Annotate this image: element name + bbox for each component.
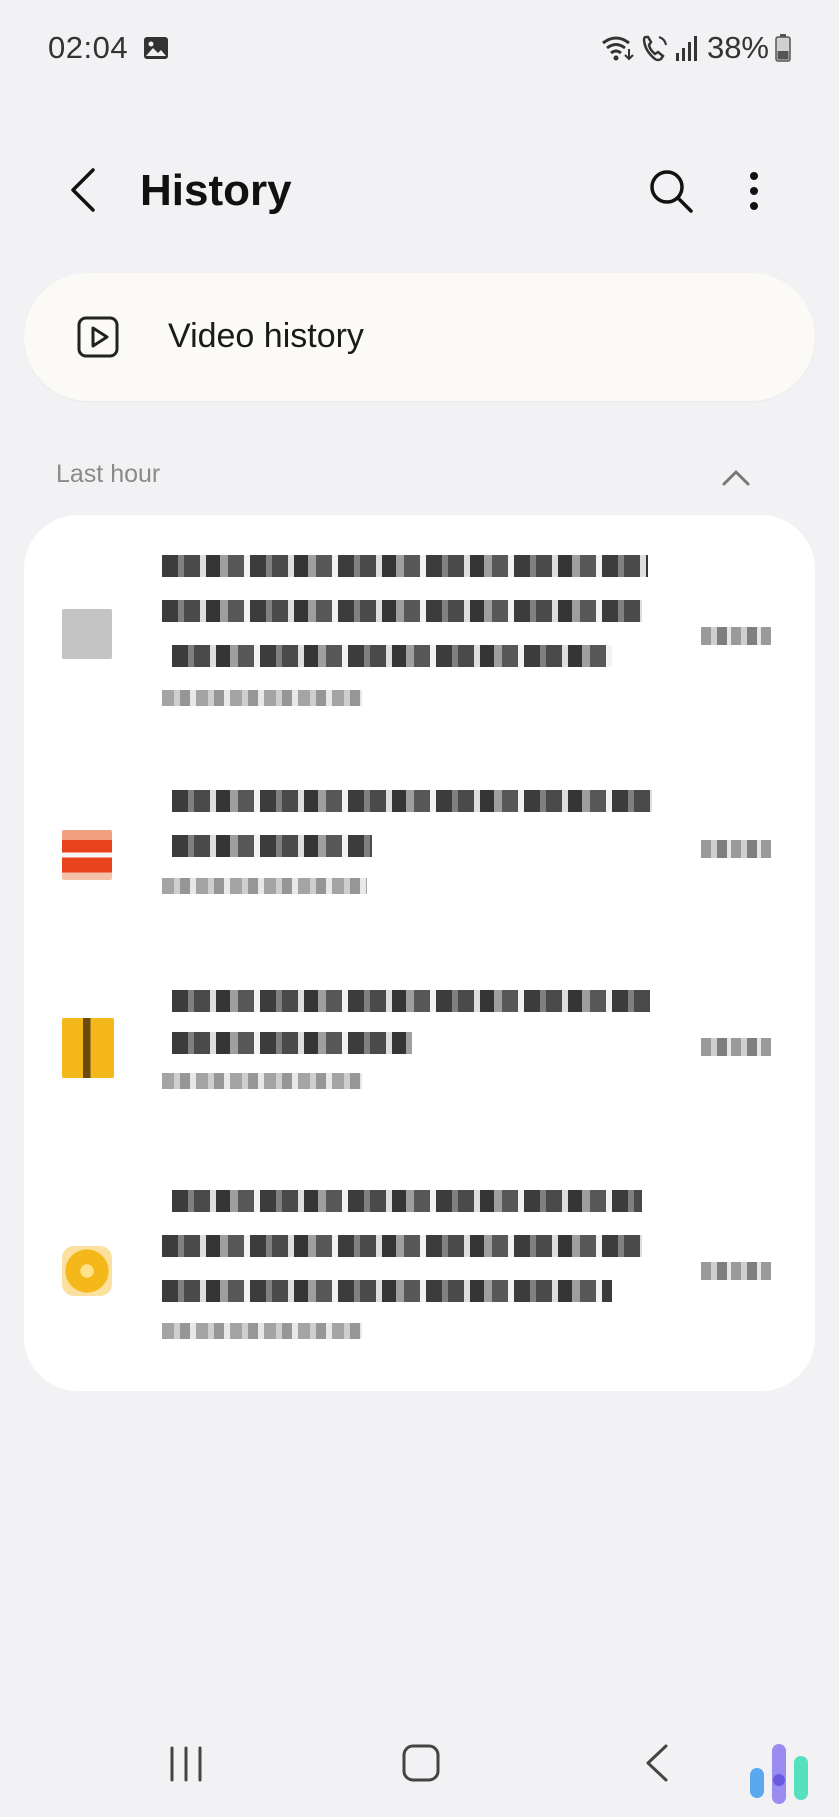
status-bar: 02:04 38%	[0, 0, 839, 96]
navigation-bar	[0, 1720, 839, 1817]
history-item[interactable]	[24, 1190, 815, 1370]
redacted-title-line	[162, 1235, 642, 1257]
redacted-title-line	[172, 645, 612, 667]
redacted-url-line	[162, 690, 362, 706]
redacted-title-line	[162, 600, 642, 622]
page-title: History	[140, 166, 292, 215]
redacted-visit-time	[701, 627, 771, 645]
redacted-visit-time	[701, 840, 771, 858]
brand-logo-icon	[750, 1744, 808, 1804]
redacted-url-line	[162, 1073, 362, 1089]
redacted-title-line	[172, 990, 650, 1012]
chevron-left-icon	[71, 168, 95, 212]
redacted-title-line	[162, 555, 648, 577]
redacted-title-line	[172, 1032, 412, 1054]
section-title-last-hour: Last hour	[56, 460, 161, 488]
battery-percentage: 38%	[706, 30, 769, 65]
signal-icon	[675, 36, 697, 61]
redacted-title-line	[172, 1190, 642, 1212]
more-vertical-icon	[750, 172, 758, 210]
wifi-calling-icon	[602, 36, 634, 61]
site-favicon	[62, 830, 112, 880]
redacted-visit-time	[701, 1262, 771, 1280]
redacted-title-line	[172, 790, 652, 812]
play-square-icon	[77, 316, 119, 358]
history-item[interactable]	[24, 990, 815, 1120]
home-button[interactable]	[400, 1740, 442, 1786]
chevron-up-icon	[722, 470, 750, 486]
site-favicon	[62, 609, 112, 659]
battery-icon	[775, 34, 791, 62]
history-list	[24, 515, 815, 1391]
search-icon	[650, 170, 693, 213]
status-indicators: 38%	[601, 30, 791, 66]
redacted-title-line	[172, 835, 372, 857]
redacted-visit-time	[701, 1038, 771, 1056]
site-favicon	[62, 1018, 114, 1078]
video-history-label: Video history	[168, 317, 364, 355]
history-item[interactable]	[24, 790, 815, 940]
recent-apps-button[interactable]	[166, 1742, 206, 1786]
status-time: 02:04	[48, 30, 129, 65]
collapse-section-button[interactable]	[718, 462, 754, 494]
more-options-button[interactable]	[734, 164, 774, 218]
redacted-title-line	[162, 1280, 612, 1302]
volte-call-icon	[642, 35, 667, 62]
nav-back-button[interactable]	[640, 1740, 672, 1786]
redacted-url-line	[162, 878, 367, 894]
site-favicon	[62, 1246, 112, 1296]
redacted-url-line	[162, 1323, 362, 1339]
app-bar: History	[0, 140, 839, 240]
back-button[interactable]	[58, 162, 108, 218]
gallery-notification-icon	[144, 37, 168, 59]
history-item[interactable]	[24, 555, 815, 745]
search-button[interactable]	[644, 164, 698, 218]
video-history-button[interactable]: Video history	[24, 273, 815, 401]
